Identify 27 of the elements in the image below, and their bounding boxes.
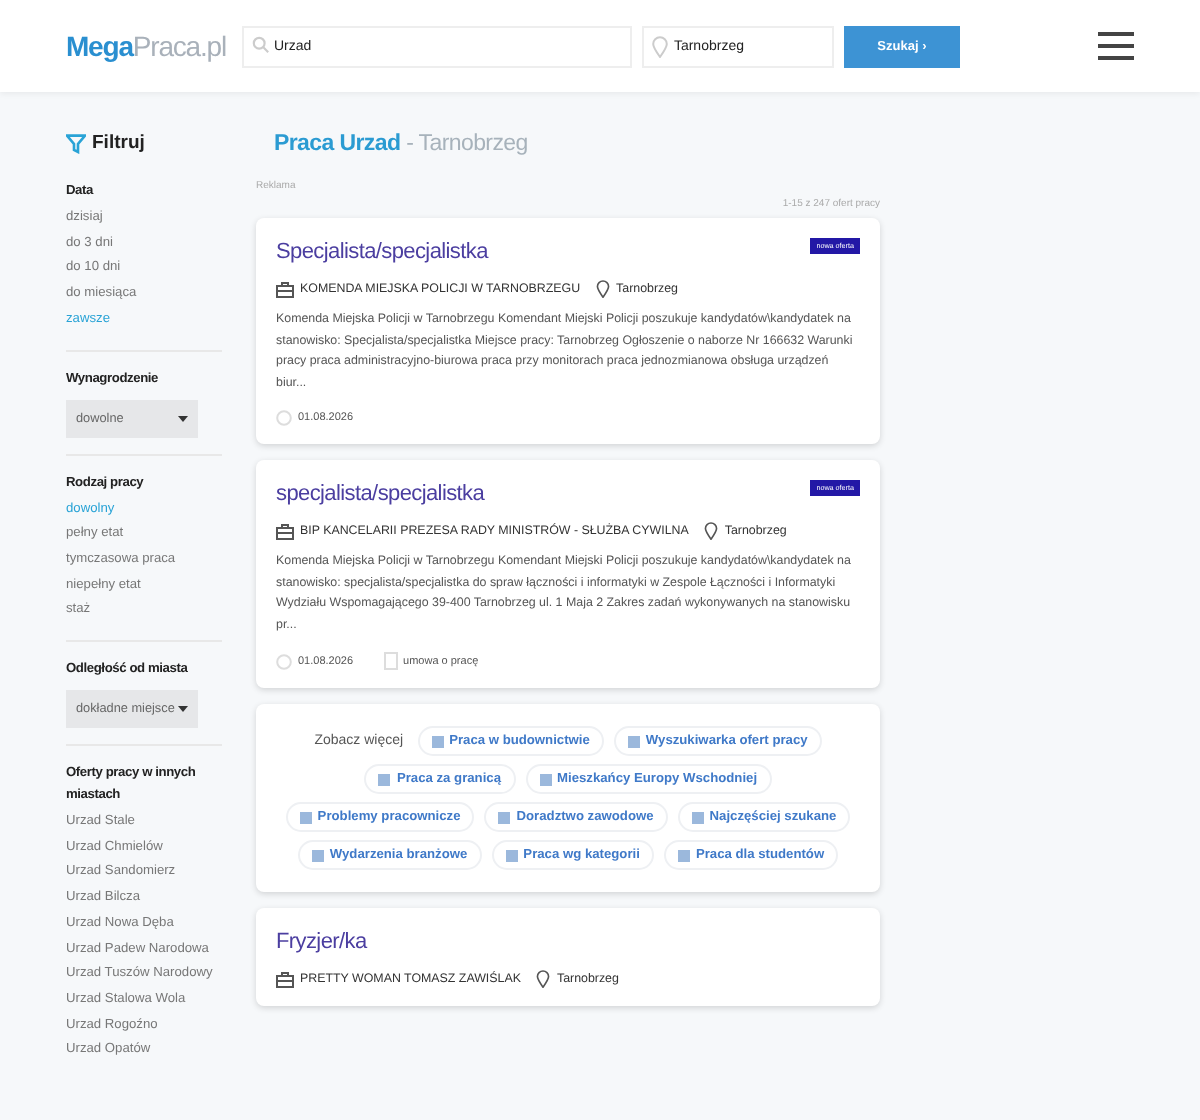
caret-icon [178,706,188,713]
location-pin-icon [536,970,551,988]
list-icon [431,735,444,747]
briefcase-icon [276,523,294,539]
list-icon [311,849,324,861]
list-icon [539,773,552,785]
list-icon [378,773,391,785]
list-icon [691,811,704,823]
list-icon [677,849,690,861]
document-icon [383,652,398,670]
filter-title: Filtruj [92,132,145,154]
list-icon [299,811,312,823]
list-icon [505,849,518,861]
caret-icon [178,415,188,422]
list-icon [627,735,640,747]
location-pin-icon [704,522,719,540]
briefcase-icon [276,281,294,297]
filter-icon [66,133,86,153]
page-title: Praca Urzad - Tarnobrzeg [274,132,530,156]
logo[interactable]: MegaPraca.pl [66,28,226,64]
briefcase-icon [276,971,294,987]
menu-icon[interactable] [1098,32,1134,60]
job-title-link[interactable]: Fryzjer/ka [276,930,367,954]
location-pin-icon [596,280,611,298]
job-title-link[interactable]: Specjalista/specjalistka [276,240,488,264]
job-title-link[interactable]: specjalista/specjalistka [276,482,485,506]
list-icon [498,811,511,823]
